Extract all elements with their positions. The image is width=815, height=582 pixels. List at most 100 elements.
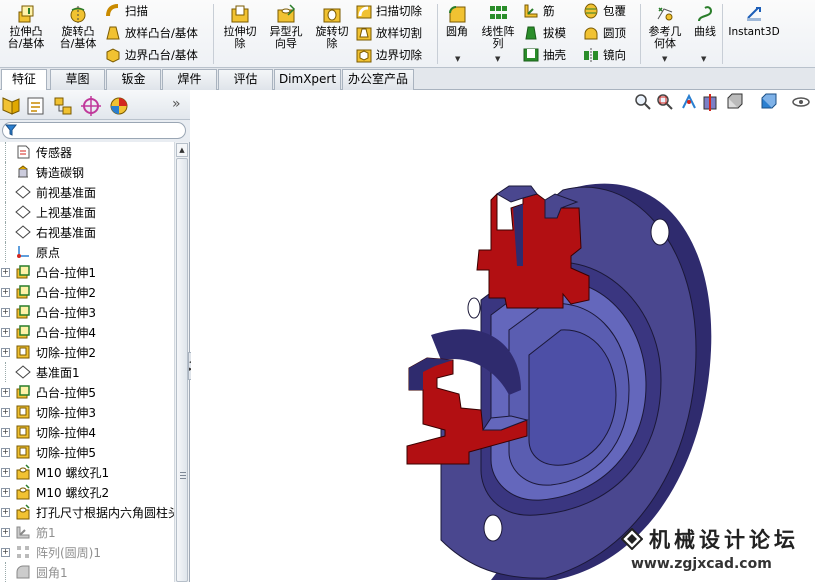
feature-tree-item[interactable]: 铸造碳钢 bbox=[0, 162, 174, 182]
mirror-icon bbox=[584, 48, 598, 63]
rib-icon bbox=[16, 526, 30, 539]
feature-tree-item[interactable]: + 凸台-拉伸2 bbox=[0, 282, 174, 302]
feature-tree-item[interactable]: 圆角1 bbox=[0, 562, 174, 582]
feature-tree-item[interactable]: 前视基准面 bbox=[0, 182, 174, 202]
property-manager-tab-icon[interactable] bbox=[25, 95, 47, 117]
configuration-manager-tab-icon[interactable] bbox=[52, 95, 74, 117]
revolve-boss-button[interactable]: 旋转凸 台/基体 bbox=[56, 4, 100, 50]
feature-tree-item[interactable]: + 凸台-拉伸5 bbox=[0, 382, 174, 402]
feature-tree-item[interactable]: + M10 螺纹孔2 bbox=[0, 482, 174, 502]
expand-toggle-icon[interactable]: + bbox=[1, 288, 10, 297]
feature-tree-item-label: 圆角1 bbox=[36, 566, 68, 580]
expand-toggle-icon[interactable]: + bbox=[1, 468, 10, 477]
tree-filter-input[interactable] bbox=[2, 122, 186, 139]
reference-geometry-dropdown-icon[interactable]: ▼ bbox=[662, 55, 667, 63]
reference-geometry-button[interactable]: 参考几 何体 bbox=[644, 4, 686, 50]
sweep-icon bbox=[106, 4, 119, 17]
linear-pattern-button[interactable]: 线性阵 列 bbox=[476, 4, 520, 50]
tab-features[interactable]: 特征 bbox=[1, 69, 47, 91]
expand-toggle-icon[interactable]: + bbox=[1, 388, 10, 397]
mirror-button[interactable]: 镜向 bbox=[583, 45, 626, 65]
fillet-dropdown-icon[interactable]: ▼ bbox=[455, 55, 460, 63]
boundary-cut-label: 边界切除 bbox=[376, 48, 422, 62]
draft-label: 拔模 bbox=[543, 26, 566, 40]
shell-icon bbox=[523, 48, 539, 62]
feature-tree: 传感器 铸造碳钢 前视基准面 上视基准面 右视基准面 原点 + 凸台-拉伸1 + 凸台-拉伸2 + 凸… bbox=[0, 142, 174, 582]
extrude-boss-label: 拉伸凸 台/基体 bbox=[7, 25, 45, 50]
linear-pattern-dropdown-icon[interactable]: ▼ bbox=[495, 55, 500, 63]
feature-tree-item[interactable]: + 切除-拉伸2 bbox=[0, 342, 174, 362]
flange-section-model[interactable] bbox=[191, 90, 815, 582]
graphics-area[interactable]: 机械设计论坛 www.zgjxcad.com bbox=[191, 90, 815, 582]
expand-toggle-icon[interactable]: + bbox=[1, 328, 10, 337]
feature-tree-item[interactable]: 上视基准面 bbox=[0, 202, 174, 222]
expand-toggle-icon[interactable]: + bbox=[1, 448, 10, 457]
expand-toggle-icon[interactable]: + bbox=[1, 268, 10, 277]
expand-toggle-icon[interactable]: + bbox=[1, 508, 10, 517]
feature-tree-item[interactable]: + 切除-拉伸5 bbox=[0, 442, 174, 462]
tab-evaluate[interactable]: 评估 bbox=[218, 69, 273, 90]
feature-tree-item[interactable]: + 凸台-拉伸1 bbox=[0, 262, 174, 282]
boundary-cut-button[interactable]: 边界切除 bbox=[356, 45, 422, 65]
expand-toggle-icon[interactable]: + bbox=[1, 488, 10, 497]
feature-tree-item[interactable]: + 凸台-拉伸4 bbox=[0, 322, 174, 342]
loft-boss-button[interactable]: 放样凸台/基体 bbox=[105, 23, 198, 43]
extrude-boss-icon bbox=[18, 5, 34, 23]
extrude-cut-button[interactable]: 拉伸切 除 bbox=[218, 4, 262, 50]
boss-extrude-icon bbox=[16, 305, 30, 319]
feature-tree-item[interactable]: + 切除-拉伸3 bbox=[0, 402, 174, 422]
shell-button[interactable]: 抽壳 bbox=[523, 45, 566, 65]
display-manager-tab-icon[interactable] bbox=[108, 95, 130, 117]
revolve-cut-button[interactable]: 旋转切 除 bbox=[310, 4, 354, 50]
expand-toggle-icon[interactable]: + bbox=[1, 548, 10, 557]
wrap-label: 包覆 bbox=[603, 4, 626, 18]
site-watermark: 机械设计论坛 www.zgjxcad.com bbox=[621, 524, 799, 572]
boundary-boss-button[interactable]: 边界凸台/基体 bbox=[105, 45, 198, 65]
panel-expand-icon[interactable]: » bbox=[172, 96, 181, 112]
feature-tree-item[interactable]: + 筋1 bbox=[0, 522, 174, 542]
feature-tree-item[interactable]: + 切除-拉伸4 bbox=[0, 422, 174, 442]
rib-button[interactable]: 筋 bbox=[523, 1, 555, 21]
feature-tree-item[interactable]: + M10 螺纹孔1 bbox=[0, 462, 174, 482]
feature-manager-tab-icon[interactable] bbox=[0, 95, 22, 117]
tree-connector-line bbox=[5, 182, 6, 202]
expand-toggle-icon[interactable]: + bbox=[1, 308, 10, 317]
curves-button[interactable]: 曲线 bbox=[690, 4, 720, 38]
feature-tree-item-label: 右视基准面 bbox=[36, 226, 97, 240]
extrude-boss-button[interactable]: 拉伸凸 台/基体 bbox=[6, 4, 46, 50]
feature-tree-item[interactable]: 传感器 bbox=[0, 142, 174, 162]
feature-tree-item[interactable]: + 凸台-拉伸3 bbox=[0, 302, 174, 322]
dimxpert-manager-tab-icon[interactable] bbox=[80, 95, 102, 117]
scroll-thumb[interactable] bbox=[176, 158, 188, 582]
tab-office-products[interactable]: 办公室产品 bbox=[342, 69, 414, 90]
dome-button[interactable]: 圆顶 bbox=[583, 23, 626, 43]
scroll-up-icon[interactable]: ▲ bbox=[176, 143, 188, 157]
loft-cut-button[interactable]: 放样切割 bbox=[356, 23, 422, 43]
feature-tree-item[interactable]: + 打孔尺寸根据内六角圆柱头 bbox=[0, 502, 174, 522]
feature-tree-item[interactable]: 右视基准面 bbox=[0, 222, 174, 242]
tab-sheet-metal[interactable]: 钣金 bbox=[106, 69, 161, 90]
tree-connector-line bbox=[5, 362, 6, 382]
curves-dropdown-icon[interactable]: ▼ bbox=[701, 55, 706, 63]
hole-wizard-button[interactable]: 异型孔 向导 bbox=[264, 4, 308, 50]
feature-tree-item[interactable]: + 阵列(圆周)1 bbox=[0, 542, 174, 562]
feature-tree-item-label: 切除-拉伸5 bbox=[36, 446, 96, 460]
instant3d-button[interactable]: Instant3D bbox=[727, 4, 781, 38]
feature-tree-item[interactable]: 原点 bbox=[0, 242, 174, 262]
sweep-cut-button[interactable]: 扫描切除 bbox=[356, 1, 422, 21]
expand-toggle-icon[interactable]: + bbox=[1, 348, 10, 357]
feature-manager-panel: » 传感器 铸造碳钢 前视基准面 上视基准面右视基准面原点 + 凸台-拉伸1 + 凸台-拉伸2… bbox=[0, 90, 190, 582]
feature-tree-scrollbar[interactable]: ▲ bbox=[174, 142, 189, 582]
wrap-button[interactable]: 包覆 bbox=[583, 1, 626, 21]
fillet-button[interactable]: 圆角 bbox=[442, 4, 472, 38]
feature-tree-item[interactable]: 基准面1 bbox=[0, 362, 174, 382]
expand-toggle-icon[interactable]: + bbox=[1, 528, 10, 537]
tab-weldments[interactable]: 焊件 bbox=[162, 69, 217, 90]
tab-dimxpert[interactable]: DimXpert bbox=[274, 69, 341, 90]
sweep-button[interactable]: 扫描 bbox=[105, 1, 148, 21]
tab-sketch[interactable]: 草图 bbox=[50, 69, 105, 90]
expand-toggle-icon[interactable]: + bbox=[1, 428, 10, 437]
draft-button[interactable]: 拔模 bbox=[523, 23, 566, 43]
boss-extrude-icon bbox=[16, 285, 30, 299]
expand-toggle-icon[interactable]: + bbox=[1, 408, 10, 417]
